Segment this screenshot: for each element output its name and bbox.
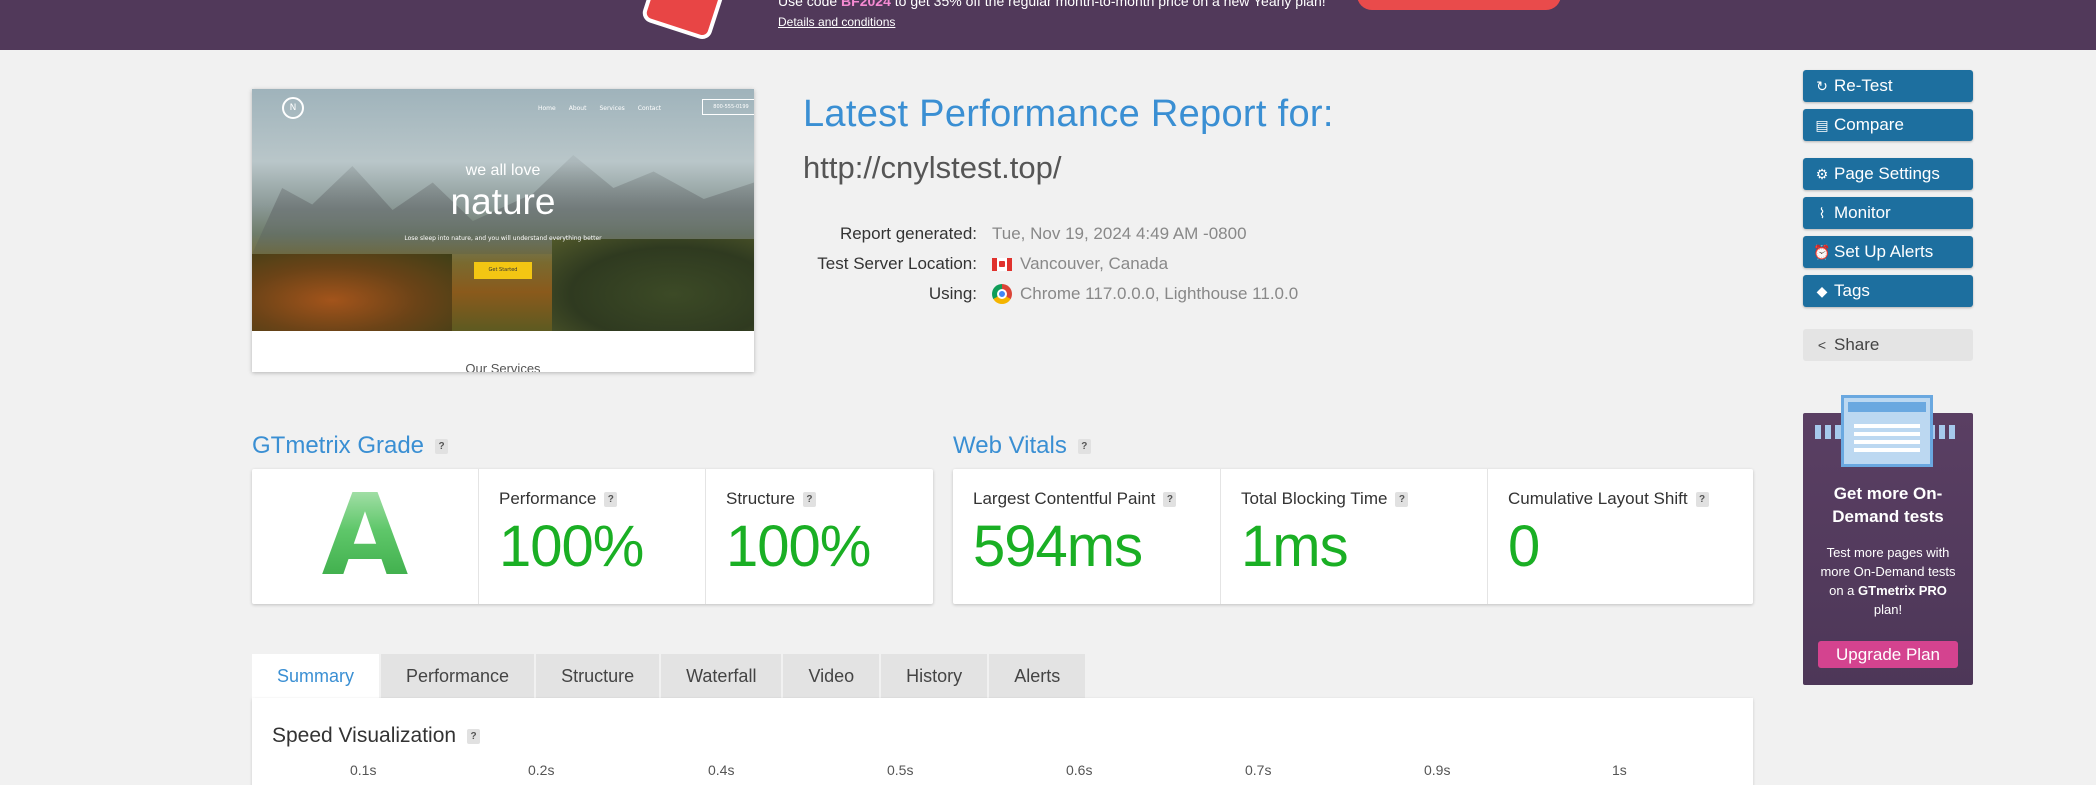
report-generated-value: Tue, Nov 19, 2024 4:49 AM -0800 <box>992 224 1247 243</box>
chrome-icon <box>992 284 1012 304</box>
upgrade-plan-button[interactable]: Upgrade Plan <box>1818 641 1958 668</box>
screenshot-services-heading: Our Services <box>465 361 541 372</box>
upgrade-heading: Get more On-Demand tests <box>1832 484 1944 526</box>
gtmetrix-grade-heading: GTmetrix Grade? <box>252 432 449 460</box>
tbt-label: Total Blocking Time <box>1241 489 1388 508</box>
timeline-tick: 0.4s <box>708 762 735 778</box>
share-button[interactable]: < Share <box>1803 329 1973 361</box>
screenshot-nav-item: Services <box>599 105 625 112</box>
help-icon[interactable]: ? <box>1395 491 1409 507</box>
structure-label: Structure <box>726 489 795 508</box>
screenshot-trees-left <box>252 254 452 331</box>
using-value: Chrome 117.0.0.0, Lighthouse 11.0.0 <box>992 284 1298 304</box>
page-settings-button[interactable]: ⚙ Page Settings <box>1803 158 1973 190</box>
web-vitals-heading: Web Vitals? <box>953 432 1091 460</box>
promo-cta-button[interactable] <box>1357 0 1561 10</box>
decor-pixels-icon <box>1929 425 1959 439</box>
refresh-icon: ↻ <box>1816 77 1828 94</box>
retest-button[interactable]: ↻ Re-Test <box>1803 70 1973 102</box>
performance-label: Performance <box>499 489 597 508</box>
promo-text: Use code BF2024 to get 35% off the regul… <box>778 0 1326 9</box>
tags-button[interactable]: ◆ Tags <box>1803 275 1973 307</box>
screenshot-cta: Get Started <box>474 262 532 279</box>
screenshot-nav-item: About <box>568 105 587 112</box>
web-vitals-panel: Largest Contentful Paint? 594ms Total Bl… <box>953 469 1753 604</box>
performance-value: 100% <box>499 514 644 579</box>
lcp-metric: Largest Contentful Paint? 594ms <box>953 469 1220 604</box>
report-generated-label: Report generated: <box>839 224 977 243</box>
tag-icon: ◆ <box>1816 282 1828 299</box>
summary-panel: Speed Visualization? 0.1s 0.2s 0.4s 0.5s… <box>252 698 1753 785</box>
grade-letter: A <box>252 469 478 604</box>
screenshot-nav-item: Home <box>538 105 556 112</box>
screenshot-tagline: we all love <box>465 162 541 179</box>
tab-waterfall[interactable]: Waterfall <box>661 654 784 698</box>
timeline-tick: 1s <box>1612 762 1627 778</box>
share-icon: < <box>1817 337 1827 353</box>
tab-structure[interactable]: Structure <box>536 654 662 698</box>
pulse-icon: ⌇ <box>1818 204 1826 221</box>
cls-metric: Cumulative Layout Shift? 0 <box>1487 469 1753 604</box>
help-icon[interactable]: ? <box>1695 491 1709 507</box>
canada-flag-icon <box>992 257 1012 271</box>
help-icon[interactable]: ? <box>467 728 481 744</box>
browser-window-icon <box>1841 395 1933 467</box>
tab-performance[interactable]: Performance <box>381 654 537 698</box>
promo-code: BF2024 <box>841 0 891 9</box>
timeline-tick: 0.6s <box>1066 762 1093 778</box>
cls-label: Cumulative Layout Shift <box>1508 489 1688 508</box>
report-url: http://cnylstest.top/ <box>803 150 1062 185</box>
help-icon[interactable]: ? <box>1163 491 1177 507</box>
test-location-value: Vancouver, Canada <box>992 254 1168 274</box>
upgrade-card: Get more On-Demand tests Test more pages… <box>1803 395 1973 685</box>
screenshot-logo-icon: N <box>282 97 304 119</box>
report-tabs: Summary Performance Structure Waterfall … <box>252 654 1088 698</box>
gear-icon: ⚙ <box>1815 165 1829 182</box>
report-title: Latest Performance Report for: <box>803 93 1334 135</box>
grade-panel: A Performance? 100% Structure? 100% <box>252 469 933 604</box>
set-up-alerts-button[interactable]: ⏰ Set Up Alerts <box>1803 236 1973 268</box>
help-icon[interactable]: ? <box>802 491 816 507</box>
cls-value: 0 <box>1508 514 1540 579</box>
compare-button[interactable]: ▤ Compare <box>1803 109 1973 141</box>
compare-icon: ▤ <box>1815 116 1829 133</box>
help-icon[interactable]: ? <box>604 491 618 507</box>
screenshot-nav-item: Contact <box>637 105 662 112</box>
tab-summary[interactable]: Summary <box>252 654 382 698</box>
tbt-value: 1ms <box>1241 514 1349 579</box>
promo-logo-icon <box>640 0 728 42</box>
using-label: Using: <box>928 284 977 303</box>
structure-value: 100% <box>726 514 871 579</box>
screenshot-nav-button: 800-555-0199 <box>702 99 754 115</box>
speed-visualization-heading: Speed Visualization? <box>272 724 481 748</box>
lcp-value: 594ms <box>973 514 1143 579</box>
screenshot-headline: nature <box>450 181 556 222</box>
monitor-button[interactable]: ⌇ Monitor <box>1803 197 1973 229</box>
lcp-label: Largest Contentful Paint <box>973 489 1156 508</box>
tbt-metric: Total Blocking Time? 1ms <box>1220 469 1487 604</box>
timeline-tick: 0.5s <box>887 762 914 778</box>
upgrade-body: Test more pages with more On-Demand test… <box>1820 545 1956 617</box>
timeline-tick: 0.9s <box>1424 762 1451 778</box>
promo-banner: Use code BF2024 to get 35% off the regul… <box>0 0 2096 50</box>
timeline-tick: 0.7s <box>1245 762 1272 778</box>
tab-history[interactable]: History <box>881 654 990 698</box>
screenshot-nav: Home About Services Contact <box>538 105 674 112</box>
structure-metric: Structure? 100% <box>705 469 933 604</box>
help-icon[interactable]: ? <box>435 438 449 454</box>
tab-alerts[interactable]: Alerts <box>989 654 1088 698</box>
performance-metric: Performance? 100% <box>478 469 705 604</box>
timeline-tick: 0.1s <box>350 762 377 778</box>
help-icon[interactable]: ? <box>1077 438 1091 454</box>
test-location-label: Test Server Location: <box>817 254 977 273</box>
alarm-clock-icon: ⏰ <box>1813 243 1831 260</box>
speed-timeline: 0.1s 0.2s 0.4s 0.5s 0.6s 0.7s 0.9s 1s <box>252 762 1753 782</box>
timeline-tick: 0.2s <box>528 762 555 778</box>
promo-details-link[interactable]: Details and conditions <box>778 15 895 29</box>
tab-video[interactable]: Video <box>783 654 882 698</box>
